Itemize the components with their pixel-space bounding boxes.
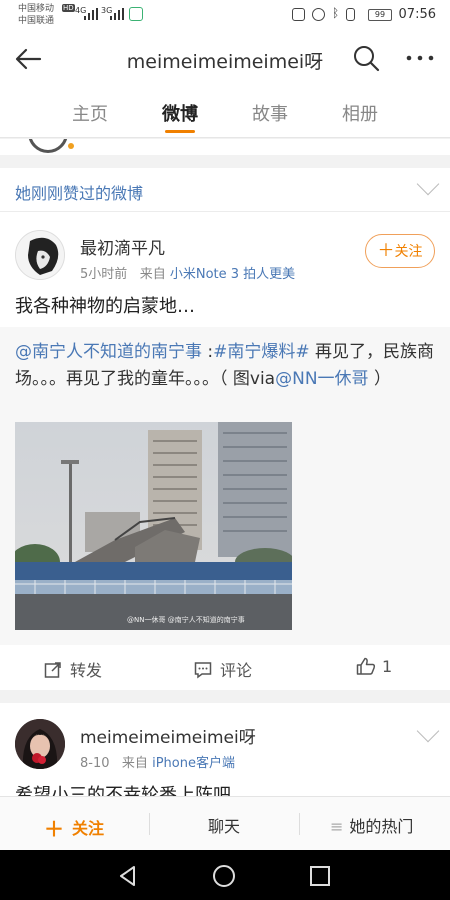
- avatar: [28, 139, 68, 153]
- comment-button[interactable]: 评论: [194, 657, 252, 681]
- post-time: 5小时前: [80, 267, 128, 282]
- plus-icon: ＋: [377, 241, 395, 261]
- back-triangle-icon[interactable]: [116, 864, 140, 892]
- list-icon: ≡: [330, 817, 344, 836]
- alarm-icon: [312, 8, 325, 21]
- recents-square-icon[interactable]: [309, 865, 331, 891]
- topic-link[interactable]: #南宁爆料#: [213, 342, 310, 362]
- repost-button[interactable]: 转发: [44, 657, 102, 681]
- post-source[interactable]: iPhone客户端: [152, 756, 235, 771]
- like-button[interactable]: 1: [356, 657, 392, 676]
- repost-text: @南宁人不知道的南宁事 :#南宁爆料# 再见了，民族商场。。。再见了我的童年。。…: [15, 339, 437, 393]
- mention-link[interactable]: @南宁人不知道的南宁事: [15, 342, 202, 362]
- plus-icon: ＋: [44, 817, 64, 841]
- liked-section-title: 她刚刚赞过的微博: [15, 184, 144, 203]
- chevron-down-icon[interactable]: [416, 719, 440, 743]
- follow-user-label: 关注: [72, 819, 105, 838]
- from-label: 来自: [139, 267, 166, 282]
- clock: 07:56: [398, 7, 436, 22]
- status-bar: 中国移动 中国联通 HD 4G 3G ᛒ 99 07:56: [0, 0, 450, 32]
- tab-home[interactable]: 主页: [60, 100, 120, 126]
- thumbs-up-icon: [356, 657, 376, 675]
- reposted-content[interactable]: @南宁人不知道的南宁事 :#南宁爆料# 再见了，民族商场。。。再见了我的童年。。…: [0, 327, 450, 645]
- repost-close: ）: [368, 369, 391, 389]
- signal-icon-2: [110, 8, 124, 20]
- carrier-primary: 中国移动: [18, 4, 55, 14]
- vibrate-icon: [346, 8, 355, 21]
- repost-colon: :: [202, 342, 214, 362]
- weibo-post-card[interactable]: meimeimeimeimei呀 8-10 来自 iPhone客户端 希望小三的…: [0, 703, 450, 800]
- hd-badge: HD: [62, 4, 75, 12]
- hot-posts-label: 她的热门: [349, 817, 414, 836]
- post-author[interactable]: meimeimeimeimei呀: [80, 723, 256, 748]
- post-actions: 转发 评论 1: [0, 645, 450, 690]
- liked-post-card[interactable]: 最初滴平凡 5小时前 来自 小米Note 3 拍人更美 ＋关注 我各种神物的启蒙…: [0, 212, 450, 690]
- carrier-labels: 中国移动 中国联通: [18, 3, 54, 27]
- battery-icon: 99: [368, 9, 392, 21]
- comment-icon: [194, 661, 212, 679]
- post-photo[interactable]: @NN一休哥 @南宁人不知道的南宁事: [15, 422, 292, 630]
- post-meta: 8-10 来自 iPhone客户端: [80, 752, 235, 771]
- system-navigation-bar: [0, 850, 450, 900]
- search-icon[interactable]: [352, 44, 380, 72]
- profile-action-bar: ＋ 关注 聊天 ≡ 她的热门: [0, 796, 450, 850]
- previous-post-remnant: [0, 139, 450, 155]
- tab-stories[interactable]: 故事: [240, 100, 300, 126]
- repost-label: 转发: [70, 661, 103, 680]
- nfc-icon: [292, 8, 305, 21]
- notification-app-icon: [129, 7, 143, 21]
- liked-section-header[interactable]: 她刚刚赞过的微博: [0, 168, 450, 212]
- chat-button[interactable]: 聊天: [194, 813, 254, 837]
- follow-button[interactable]: ＋关注: [365, 234, 435, 268]
- tab-weibo[interactable]: 微博: [150, 100, 210, 126]
- credit-link[interactable]: @NN一休哥: [275, 369, 368, 389]
- signal-icon: [84, 8, 98, 20]
- post-text: 我各种神物的启蒙地…: [15, 296, 195, 317]
- like-count: 1: [382, 657, 393, 676]
- bluetooth-icon: ᛒ: [332, 6, 340, 20]
- home-circle-icon[interactable]: [212, 864, 236, 892]
- chevron-down-icon[interactable]: [416, 172, 440, 196]
- post-author[interactable]: 最初滴平凡: [80, 234, 165, 259]
- follow-user-button[interactable]: ＋ 关注: [44, 813, 104, 842]
- post-date: 8-10: [80, 756, 110, 771]
- from-label: 来自: [121, 756, 148, 771]
- app-header: meimeimeimeimei呀: [0, 32, 450, 86]
- post-meta: 5小时前 来自 小米Note 3 拍人更美: [80, 263, 295, 282]
- divider: [299, 813, 300, 835]
- divider: [149, 813, 150, 835]
- avatar[interactable]: [15, 719, 65, 769]
- follow-label: 关注: [394, 244, 423, 260]
- photo-watermark: @NN一休哥 @南宁人不知道的南宁事: [127, 616, 245, 624]
- avatar[interactable]: [15, 230, 65, 280]
- more-options-icon[interactable]: [404, 44, 436, 72]
- hot-posts-button[interactable]: ≡ 她的热门: [330, 813, 413, 837]
- tab-albums[interactable]: 相册: [330, 100, 390, 126]
- post-source[interactable]: 小米Note 3 拍人更美: [170, 267, 295, 282]
- verified-badge: [68, 143, 74, 149]
- profile-tabs: 主页 微博 故事 相册: [0, 86, 450, 138]
- page-title: meimeimeimeimei呀: [126, 51, 324, 73]
- battery-level: 99: [374, 10, 386, 19]
- share-icon: [44, 661, 62, 679]
- carrier-secondary: 中国联通: [18, 16, 55, 26]
- comment-label: 评论: [220, 661, 253, 680]
- active-tab-indicator: [165, 130, 195, 133]
